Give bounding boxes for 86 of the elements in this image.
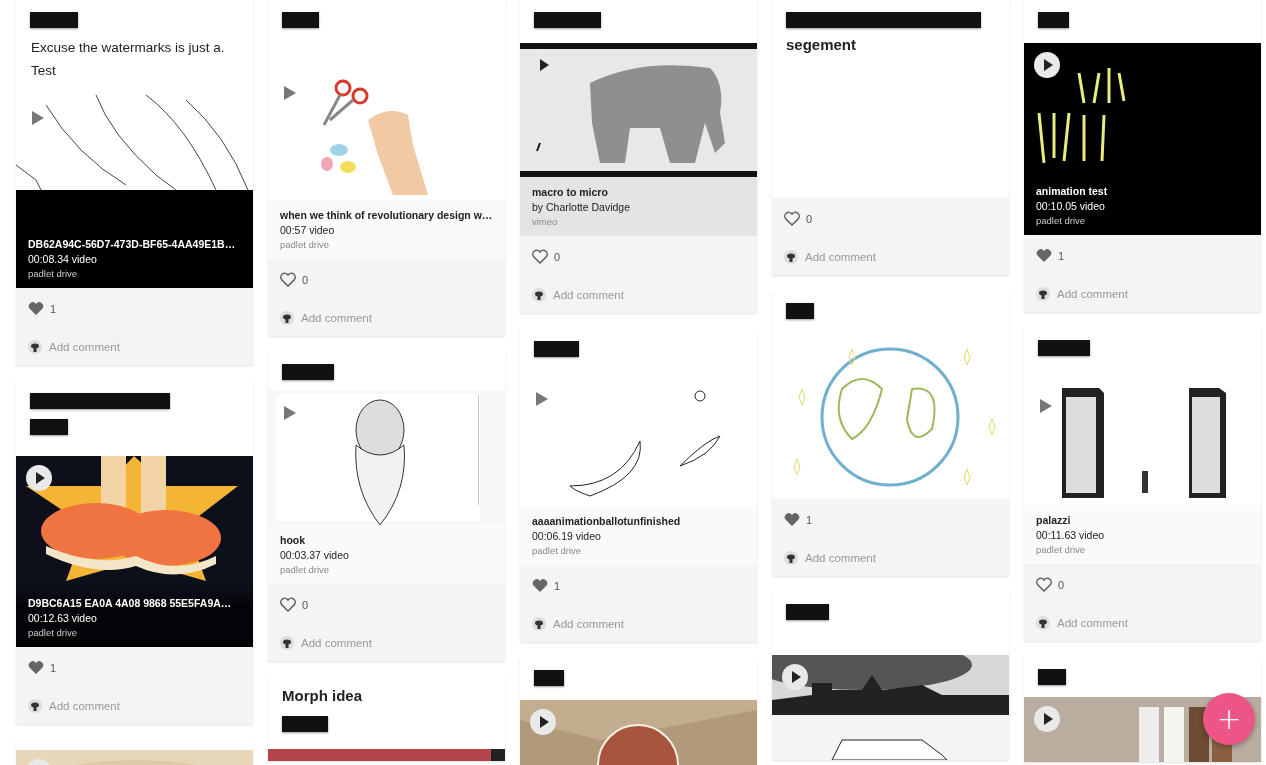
video-title: D9BC6A15 EA0A 4A08 9868 55E5FA9A… [28,596,233,611]
like-count: 0 [806,213,813,225]
like-count: 1 [50,303,57,315]
video-title: DB62A94C-56D7-473D-BF65-4AA49E1B… [28,237,237,252]
heart-icon[interactable] [532,249,548,265]
add-comment-button[interactable]: Add comment [49,700,120,712]
avatar-icon [784,551,798,565]
video-source: padlet drive [280,563,331,576]
video-source: padlet drive [28,626,79,639]
play-button[interactable] [1034,52,1060,78]
add-comment-button[interactable]: Add comment [805,552,876,564]
like-count: 0 [1058,579,1065,591]
redaction-bar [282,716,328,732]
add-comment-button[interactable]: Add comment [1057,617,1128,629]
video-title: aaaanimationballotunfinished [532,514,682,529]
heart-icon[interactable] [280,597,296,613]
avatar-icon [532,288,546,302]
video-source: padlet drive [532,544,583,557]
avatar-icon [1036,616,1050,630]
redaction-bar [1038,12,1069,28]
heart-icon[interactable] [532,578,548,594]
redaction-bar [30,419,68,435]
video-meta: 00:12.63 video [28,611,98,626]
heart-icon[interactable] [280,272,296,288]
video-source: padlet drive [280,238,331,251]
video-source: padlet drive [28,267,79,280]
video-title: palazzi [1036,513,1072,528]
add-comment-button[interactable]: Add comment [553,618,624,630]
heart-icon[interactable] [1036,577,1052,593]
like-count: 1 [554,580,561,592]
heart-icon[interactable] [784,211,800,227]
avatar-icon [280,636,294,650]
play-button[interactable] [1034,706,1060,732]
video-meta: 00:57 video [280,223,336,238]
avatar-icon [784,250,798,264]
video-source: padlet drive [1036,214,1087,227]
post-title: segement [786,36,857,53]
redaction-bar [282,12,319,28]
add-comment-button[interactable]: Add comment [301,312,372,324]
video-meta: by Charlotte Davidge [532,200,632,215]
video-title: macro to micro [532,185,609,200]
play-button[interactable] [782,664,808,690]
avatar-icon [28,340,42,354]
video-title: hook [280,533,307,548]
heart-icon[interactable] [28,660,44,676]
play-button[interactable] [530,709,556,735]
redaction-bar [534,341,579,357]
post-title: Morph idea [282,687,362,704]
video-meta: 00:11.63 video [1036,528,1106,543]
add-comment-button[interactable]: Add comment [805,251,876,263]
redaction-bar [282,364,334,380]
video-meta: 00:08.34 video [28,252,98,267]
like-count: 1 [806,514,813,526]
like-count: 0 [302,274,309,286]
video-meta: 00:06.19 video [532,529,602,544]
add-comment-button[interactable]: Add comment [553,289,624,301]
heart-icon[interactable] [28,301,44,317]
play-button[interactable] [26,465,52,491]
redaction-bar [786,604,829,620]
avatar-icon [28,699,42,713]
avatar-icon [1036,287,1050,301]
add-comment-button[interactable]: Add comment [1057,288,1128,300]
like-count: 0 [302,599,309,611]
video-title: when we think of revolutionary design w… [280,208,493,223]
redaction-bar [786,303,814,319]
video-source: vimeo [532,215,559,228]
add-comment-button[interactable]: Add comment [301,637,372,649]
video-meta: 00:10.05 video [1036,199,1106,214]
post-text: Test [31,62,56,80]
redaction-bar [1038,340,1090,356]
avatar-icon [532,617,546,631]
like-count: 1 [50,662,57,674]
redaction-bar [534,670,564,686]
avatar-icon [280,311,294,325]
heart-icon[interactable] [1036,248,1052,264]
redaction-bar [534,12,601,28]
video-meta: 00:03.37 video [280,548,350,563]
redaction-bar [30,12,78,28]
redaction-bar [1038,669,1066,685]
heart-icon[interactable] [784,512,800,528]
add-comment-button[interactable]: Add comment [49,341,120,353]
post-text: Excuse the watermarks is just a. [31,39,225,57]
like-count: 0 [554,251,561,263]
video-source: padlet drive [1036,543,1087,556]
like-count: 1 [1058,250,1065,262]
video-title: animation test [1036,184,1109,199]
